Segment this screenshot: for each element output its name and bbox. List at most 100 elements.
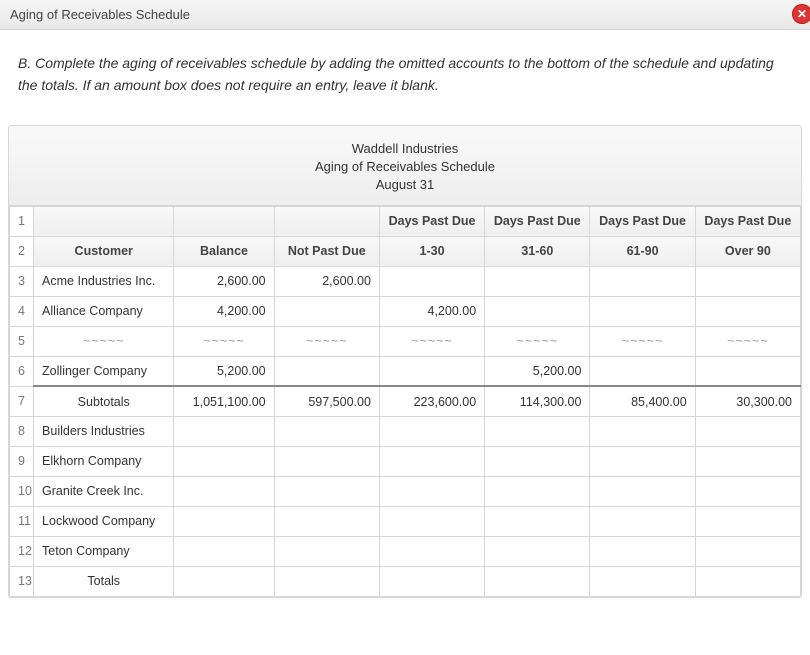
cell-61-90-input[interactable]	[590, 506, 695, 536]
cell-31-60-input[interactable]	[485, 506, 590, 536]
cell-1-30-input[interactable]	[379, 476, 484, 506]
cell-61-90	[590, 356, 695, 386]
cell-over-90	[695, 356, 800, 386]
cell-31-60-input[interactable]	[485, 446, 590, 476]
table-row-entry: 9 Elkhorn Company	[10, 446, 801, 476]
cell-61-90-input[interactable]	[590, 476, 695, 506]
row-number: 4	[10, 296, 34, 326]
col-header-over-90: Over 90	[695, 236, 800, 266]
cell-not-past-due-input[interactable]	[274, 416, 379, 446]
cell-1-30: 223,600.00	[379, 386, 484, 416]
cell-balance-input[interactable]	[174, 506, 274, 536]
group-header-days-past-due: Days Past Due	[485, 206, 590, 236]
blank-header	[274, 206, 379, 236]
report-title: Aging of Receivables Schedule	[9, 159, 801, 174]
row-number: 8	[10, 416, 34, 446]
group-header-days-past-due: Days Past Due	[379, 206, 484, 236]
cell-31-60: 5,200.00	[485, 356, 590, 386]
table-row-subtotals: 7 Subtotals 1,051,100.00 597,500.00 223,…	[10, 386, 801, 416]
cell-balance-input[interactable]	[174, 566, 274, 596]
cell-not-past-due-input[interactable]	[274, 536, 379, 566]
cell-61-90	[590, 296, 695, 326]
cell-customer: Alliance Company	[34, 296, 174, 326]
cell-customer: Granite Creek Inc.	[34, 476, 174, 506]
cell-61-90-input[interactable]	[590, 536, 695, 566]
cell-over-90-input[interactable]	[695, 506, 800, 536]
cell-over-90-input[interactable]	[695, 446, 800, 476]
cell-not-past-due-input[interactable]	[274, 566, 379, 596]
ellipsis-cell: ~~~~~	[485, 326, 590, 356]
cell-31-60-input[interactable]	[485, 536, 590, 566]
col-header-1-30: 1-30	[379, 236, 484, 266]
cell-over-90-input[interactable]	[695, 536, 800, 566]
cell-61-90-input[interactable]	[590, 416, 695, 446]
row-group-header: 1 Days Past Due Days Past Due Days Past …	[10, 206, 801, 236]
cell-balance: 5,200.00	[174, 356, 274, 386]
cell-balance-input[interactable]	[174, 446, 274, 476]
cell-not-past-due-input[interactable]	[274, 446, 379, 476]
cell-61-90-input[interactable]	[590, 446, 695, 476]
col-header-31-60: 31-60	[485, 236, 590, 266]
cell-balance: 2,600.00	[174, 266, 274, 296]
cell-1-30-input[interactable]	[379, 566, 484, 596]
cell-31-60-input[interactable]	[485, 416, 590, 446]
close-icon: ✕	[797, 7, 807, 21]
cell-1-30	[379, 266, 484, 296]
cell-customer: Elkhorn Company	[34, 446, 174, 476]
col-header-balance: Balance	[174, 236, 274, 266]
cell-balance-input[interactable]	[174, 476, 274, 506]
receivables-table: 1 Days Past Due Days Past Due Days Past …	[9, 206, 801, 597]
col-header-not-past-due: Not Past Due	[274, 236, 379, 266]
row-number: 7	[10, 386, 34, 416]
row-number: 5	[10, 326, 34, 356]
cell-over-90-input[interactable]	[695, 566, 800, 596]
cell-balance: 1,051,100.00	[174, 386, 274, 416]
company-name: Waddell Industries	[9, 141, 801, 156]
cell-not-past-due: 2,600.00	[274, 266, 379, 296]
report-date: August 31	[9, 177, 801, 192]
cell-not-past-due: 597,500.00	[274, 386, 379, 416]
cell-balance-input[interactable]	[174, 416, 274, 446]
cell-1-30-input[interactable]	[379, 506, 484, 536]
ellipsis-cell: ~~~~~	[695, 326, 800, 356]
cell-customer: Builders Industries	[34, 416, 174, 446]
row-number: 12	[10, 536, 34, 566]
cell-over-90-input[interactable]	[695, 416, 800, 446]
cell-over-90-input[interactable]	[695, 476, 800, 506]
cell-balance: 4,200.00	[174, 296, 274, 326]
table-row: 6 Zollinger Company 5,200.00 5,200.00	[10, 356, 801, 386]
instructions-text: B. Complete the aging of receivables sch…	[0, 30, 810, 125]
window-title: Aging of Receivables Schedule	[10, 7, 190, 22]
cell-1-30-input[interactable]	[379, 536, 484, 566]
table-row-entry: 11 Lockwood Company	[10, 506, 801, 536]
cell-subtotals-label: Subtotals	[34, 386, 174, 416]
col-header-customer: Customer	[34, 236, 174, 266]
table-row-ellipsis: 5 ~~~~~ ~~~~~ ~~~~~ ~~~~~ ~~~~~ ~~~~~ ~~…	[10, 326, 801, 356]
ellipsis-cell: ~~~~~	[379, 326, 484, 356]
col-header-61-90: 61-90	[590, 236, 695, 266]
cell-1-30-input[interactable]	[379, 416, 484, 446]
cell-1-30-input[interactable]	[379, 446, 484, 476]
cell-31-60: 114,300.00	[485, 386, 590, 416]
cell-not-past-due-input[interactable]	[274, 506, 379, 536]
table-row-entry: 10 Granite Creek Inc.	[10, 476, 801, 506]
cell-31-60-input[interactable]	[485, 566, 590, 596]
ellipsis-cell: ~~~~~	[590, 326, 695, 356]
cell-31-60-input[interactable]	[485, 476, 590, 506]
cell-not-past-due	[274, 296, 379, 326]
row-number: 2	[10, 236, 34, 266]
ellipsis-cell: ~~~~~	[274, 326, 379, 356]
row-number: 13	[10, 566, 34, 596]
cell-61-90-input[interactable]	[590, 566, 695, 596]
row-number: 1	[10, 206, 34, 236]
close-button[interactable]: ✕	[792, 4, 810, 24]
cell-not-past-due-input[interactable]	[274, 476, 379, 506]
cell-balance-input[interactable]	[174, 536, 274, 566]
row-number: 10	[10, 476, 34, 506]
table-row: 3 Acme Industries Inc. 2,600.00 2,600.00	[10, 266, 801, 296]
ellipsis-cell: ~~~~~	[174, 326, 274, 356]
spreadsheet: Waddell Industries Aging of Receivables …	[8, 125, 802, 598]
group-header-days-past-due: Days Past Due	[695, 206, 800, 236]
cell-customer: Lockwood Company	[34, 506, 174, 536]
cell-61-90	[590, 266, 695, 296]
